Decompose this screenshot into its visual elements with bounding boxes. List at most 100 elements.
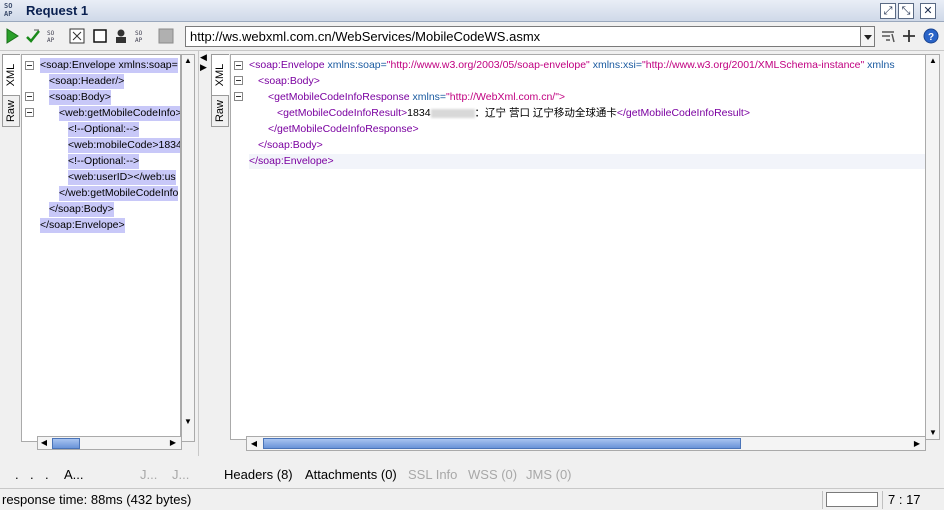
status-separator (822, 491, 823, 509)
request-xml-editor[interactable]: <soap:Envelope xmlns:soap= <soap:Header/… (21, 54, 181, 442)
svg-text:?: ? (928, 32, 934, 43)
response-xml-editor[interactable]: <soap:Envelope xmlns:soap="http://www.w3… (230, 54, 926, 440)
tab-response-headers[interactable]: Headers (8) (224, 467, 293, 482)
endpoint-url-field[interactable]: http://ws.webxml.com.cn/WebServices/Mobi… (185, 26, 861, 47)
xml-value: "http://www.w3.org/2001/XMLSchema-instan… (642, 59, 865, 71)
response-horizontal-scrollbar[interactable]: ◀ ▶ (246, 436, 926, 451)
add-icon[interactable] (901, 28, 917, 44)
scroll-left-icon[interactable]: ◀ (38, 437, 50, 449)
request-line: </soap:Envelope> (40, 218, 125, 233)
response-line: <getMobileCodeInfoResult>1834 ：辽宁 营口 辽宁移动… (277, 106, 750, 121)
fold-toggle-icon[interactable] (234, 61, 243, 70)
response-line: </soap:Body> (258, 138, 323, 153)
response-time-label: response time: 88ms (432 bytes) (2, 492, 192, 507)
tab-request-wss[interactable]: A... (64, 467, 84, 482)
request-line: <web:getMobileCodeInfo> (59, 106, 181, 121)
request-line: <soap:Envelope xmlns:soap= (40, 58, 178, 73)
tab-response-jms[interactable]: JMS (0) (526, 467, 572, 482)
collapse-left-icon[interactable]: ◀ (200, 53, 207, 62)
response-line: <soap:Envelope xmlns:soap="http://www.w3… (249, 58, 895, 73)
fold-toggle-icon[interactable] (234, 76, 243, 85)
tab-response-ssl-info[interactable]: SSL Info (408, 467, 457, 482)
scroll-down-icon[interactable]: ▼ (927, 427, 939, 439)
fold-toggle-icon[interactable] (25, 61, 34, 70)
soap-logo-icon: SO AP (4, 2, 13, 18)
scroll-right-icon[interactable]: ▶ (167, 437, 179, 449)
xml-tag: </soap:Envelope> (249, 155, 334, 167)
chevron-down-icon[interactable] (860, 26, 875, 47)
svg-text:AP: AP (47, 37, 55, 44)
request-line: <web:mobileCode>1834 (68, 138, 181, 153)
request-toolbar: SO AP SO AP http://ws.webxml.com.cn/WebSer… (0, 22, 944, 51)
scroll-left-icon[interactable]: ◀ (248, 438, 260, 450)
edit-endpoint-icon[interactable] (880, 28, 896, 44)
validate-icon[interactable] (25, 28, 41, 44)
title-bar: SO AP Request 1 ⤢ ⤡ ✕ (0, 0, 944, 22)
response-pane: XML Raw <soap:Envelope xmlns:soap="http:… (209, 51, 944, 456)
tab-response-raw[interactable]: Raw (211, 95, 229, 127)
fold-toggle-icon[interactable] (25, 108, 34, 117)
tab-request-auth[interactable]: . (15, 467, 19, 482)
close-icon[interactable]: ✕ (920, 3, 936, 19)
xml-tag: <soap:Envelope (249, 59, 325, 71)
settings-icon[interactable]: SOAP (135, 28, 151, 44)
fold-toggle-icon[interactable] (234, 92, 243, 101)
xml-value: "http://WebXml.com.cn/"> (446, 91, 566, 103)
split-divider[interactable]: ◀ ▶ (198, 51, 209, 456)
xml-tag: </getMobileCodeInfoResponse> (268, 123, 419, 135)
response-vertical-scrollbar[interactable]: ▲ ▼ (925, 54, 940, 440)
xml-value: "http://www.w3.org/2003/05/soap-envelope… (386, 59, 590, 71)
soapui-request-window: SO AP Request 1 ⤢ ⤡ ✕ SO AP SO AP http://ws… (0, 0, 944, 510)
tab-response-xml[interactable]: XML (211, 54, 229, 96)
result-text: 1834 (407, 107, 431, 119)
window-icon[interactable] (92, 28, 108, 44)
tab-request-xml[interactable]: XML (2, 54, 20, 96)
run-icon[interactable] (4, 28, 20, 44)
detach-icon[interactable]: ⤢ (880, 3, 896, 19)
request-line: </soap:Body> (49, 202, 114, 217)
request-vertical-scrollbar[interactable]: ▲ ▼ (181, 54, 195, 442)
tab-label: XML (5, 63, 17, 87)
scroll-up-icon[interactable]: ▲ (182, 55, 194, 67)
response-line-current: </soap:Envelope> (249, 154, 925, 169)
response-line: <getMobileCodeInfoResponse xmlns="http:/… (268, 90, 565, 105)
request-horizontal-scrollbar[interactable]: ◀ ▶ (37, 436, 182, 450)
svg-text:SO: SO (135, 30, 143, 37)
window-title: Request 1 (26, 3, 89, 18)
maximize-icon[interactable]: ⤡ (898, 3, 914, 19)
response-line: <soap:Body> (258, 74, 320, 89)
xml-attr: xmlns (867, 59, 895, 71)
tab-label: XML (214, 63, 226, 87)
fold-toggle-icon[interactable] (25, 92, 34, 101)
stop-icon[interactable] (158, 28, 174, 44)
collapse-right-icon[interactable]: ▶ (200, 63, 207, 72)
scroll-down-icon[interactable]: ▼ (182, 416, 194, 428)
tab-response-attachments[interactable]: Attachments (0) (305, 467, 397, 482)
status-bar: response time: 88ms (432 bytes) 7 : 17 (0, 488, 944, 510)
xml-tag: </getMobileCodeInfoResult> (616, 107, 750, 119)
xml-tag: <soap:Body> (258, 75, 320, 87)
scroll-thumb[interactable] (52, 438, 80, 449)
help-icon[interactable]: ? (923, 28, 939, 44)
xml-attr: xmlns:soap= (327, 59, 387, 71)
soap-format-icon[interactable]: SOAP (47, 28, 63, 44)
request-line: <web:userID></web:us (68, 170, 176, 185)
scroll-up-icon[interactable]: ▲ (927, 55, 939, 67)
format-icon[interactable] (69, 28, 85, 44)
user-icon[interactable] (113, 28, 129, 44)
tab-request-jms-header[interactable]: J... (140, 467, 157, 482)
tab-request-headers[interactable]: . (30, 467, 34, 482)
fold-gutter (231, 55, 247, 439)
tab-request-jms-props[interactable]: J... (172, 467, 189, 482)
xml-tag: </soap:Body> (258, 139, 323, 151)
result-text-location: ：辽宁 营口 辽宁移动全球通卡 (474, 107, 617, 119)
tab-response-wss[interactable]: WSS (0) (468, 467, 517, 482)
request-pane: XML Raw <soap:Envelope xmlns:soap= <soap… (0, 51, 198, 456)
tab-request-attachments[interactable]: . (45, 467, 49, 482)
redacted-region (430, 108, 475, 118)
request-line: </web:getMobileCodeInfo (59, 186, 179, 201)
scroll-right-icon[interactable]: ▶ (911, 438, 923, 450)
tab-request-raw[interactable]: Raw (2, 95, 20, 127)
request-line: <!--Optional:--> (68, 122, 140, 137)
scroll-thumb[interactable] (263, 438, 741, 449)
